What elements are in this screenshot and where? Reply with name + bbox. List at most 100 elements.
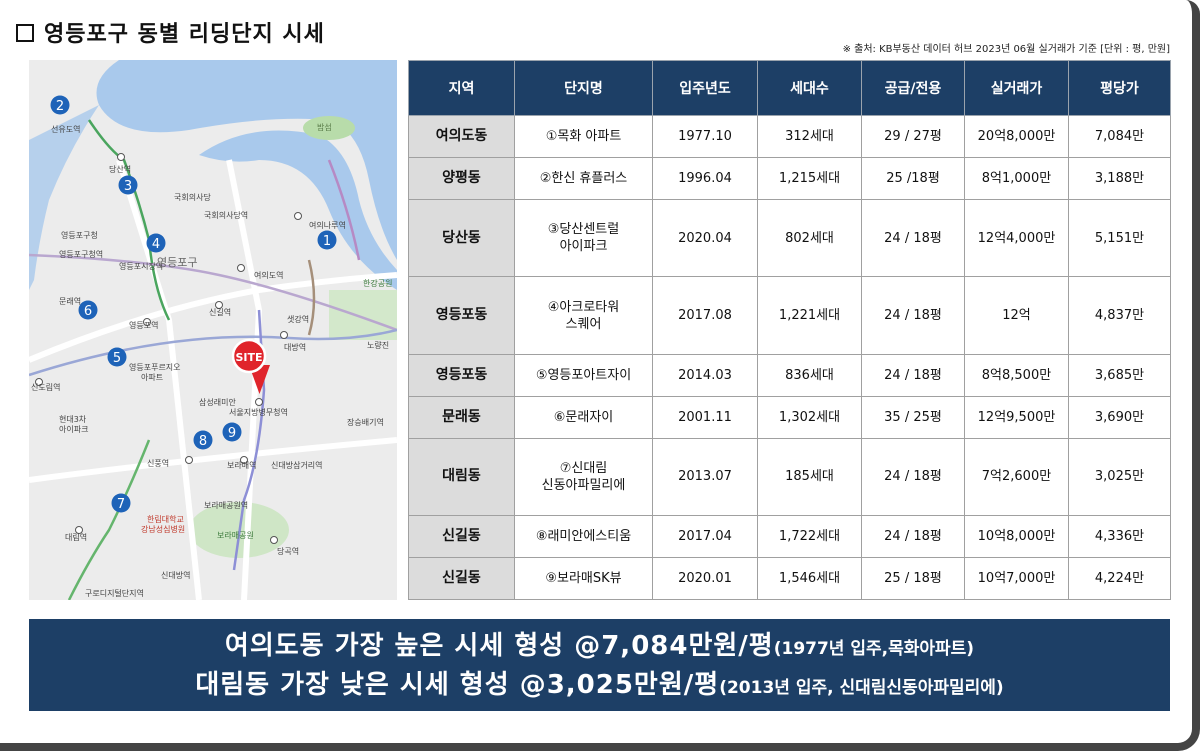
page-title-text: 영등포구 동별 리딩단지 시세 — [44, 22, 325, 47]
cell-price: 8억8,500만 — [964, 353, 1069, 397]
cell-price: 7억2,600만 — [964, 437, 1069, 517]
cell-name: ⑧래미안에스티움 — [514, 515, 653, 558]
complex-marker-7[interactable]: 7 — [111, 493, 131, 513]
complex-name-line: 아이파크 — [559, 239, 608, 255]
complex-marker-4[interactable]: 4 — [146, 233, 166, 253]
cell-area: 24 / 18평 — [861, 276, 965, 355]
col-header-complex: 단지명 — [514, 60, 653, 116]
map-label: 서울지방병무청역 — [229, 407, 288, 417]
summary-lowest-text: 대림동 가장 낮은 시세 형성 @3,025만원/평 — [195, 670, 720, 700]
col-header-units: 세대수 — [757, 60, 862, 116]
table-body: 여의도동 ①목화 아파트 1977.10 312세대 29 / 27평 20억8,000만… — [408, 115, 1171, 600]
map-label: 여의도역 — [254, 270, 283, 280]
table-row: 당산동 ③당산센트럴 아이파크 2020.04 802세대 24 / 18평 12억4,00… — [408, 198, 1171, 278]
cell-region: 신길동 — [408, 515, 515, 558]
marker-number: 3 — [124, 179, 132, 194]
cell-year: 2020.04 — [652, 198, 758, 278]
complex-marker-5[interactable]: 5 — [107, 347, 127, 367]
cell-price: 12억9,500만 — [964, 395, 1069, 439]
complex-marker-9[interactable]: 9 — [222, 422, 242, 442]
site-label: SITE — [235, 351, 262, 364]
table-row: 여의도동 ①목화 아파트 1977.10 312세대 29 / 27평 20억8,000만… — [408, 115, 1171, 158]
cell-name: ⑨보라매SK뷰 — [514, 557, 653, 600]
summary-highest-text: 여의도동 가장 높은 시세 형성 @7,084만원/평 — [224, 631, 774, 661]
cell-units: 836세대 — [757, 353, 862, 397]
map-label: 한강공원 — [363, 278, 392, 288]
complex-name-line: ⑧래미안에스티움 — [535, 529, 632, 545]
checkbox-bullet-icon — [16, 24, 34, 42]
summary-banner: 여의도동 가장 높은 시세 형성 @7,084만원/평(1977년 입주,목화아… — [29, 619, 1170, 711]
summary-line-lowest: 대림동 가장 낮은 시세 형성 @3,025만원/평(2013년 입주, 신대림… — [29, 667, 1170, 706]
map-label: 보라매공원 — [217, 531, 254, 540]
map-label: 선유도역 — [51, 124, 80, 134]
cell-area: 25 / 18평 — [861, 557, 965, 600]
complex-name-line: ④아크로타워 — [547, 299, 620, 315]
summary-line-highest: 여의도동 가장 높은 시세 형성 @7,084만원/평(1977년 입주,목화아… — [29, 628, 1170, 667]
marker-number: 7 — [117, 497, 125, 512]
price-table: 지역 단지명 입주년도 세대수 공급/전용 실거래가 평당가 여의도동 ①목화 아… — [408, 60, 1171, 600]
cell-year: 2013.07 — [652, 437, 758, 517]
marker-number: 2 — [56, 99, 64, 114]
cell-year: 1977.10 — [652, 115, 758, 158]
map-label: 삼성래미안 — [199, 397, 236, 407]
cell-units: 1,546세대 — [757, 557, 862, 600]
cell-per-pyeong: 3,690만 — [1068, 395, 1171, 439]
complex-name-line: 스퀘어 — [565, 316, 602, 332]
complex-name-line: ⑤영등포아트자이 — [535, 367, 632, 383]
cell-per-pyeong: 7,084만 — [1068, 115, 1171, 158]
table-row: 대림동 ⑦신대림 신동아파밀리에 2013.07 185세대 24 / 18평 7억2,60… — [408, 437, 1171, 517]
cell-year: 1996.04 — [652, 156, 758, 200]
cell-name: ⑥문래자이 — [514, 395, 653, 439]
complex-marker-6[interactable]: 6 — [78, 300, 98, 320]
cell-price: 20억8,000만 — [964, 115, 1069, 158]
marker-number: 9 — [228, 426, 236, 441]
col-header-year: 입주년도 — [652, 60, 758, 116]
map-label: 당산역 — [109, 164, 131, 174]
map-label: 당곡역 — [277, 546, 299, 556]
cell-region: 영등포동 — [408, 276, 515, 355]
cell-year: 2017.04 — [652, 515, 758, 558]
cell-per-pyeong: 4,224만 — [1068, 557, 1171, 600]
complex-name-line: ⑦신대림 — [559, 460, 608, 476]
cell-per-pyeong: 4,336만 — [1068, 515, 1171, 558]
col-header-region: 지역 — [408, 60, 515, 116]
complex-marker-8[interactable]: 8 — [193, 430, 213, 450]
cell-region: 양평동 — [408, 156, 515, 200]
map-label: 국회의사당 — [174, 192, 211, 202]
location-map: 선유도역 당산역 국회의사당 국회의사당역 여의나루역 영등포구청 영등포구청역… — [29, 60, 397, 600]
cell-name: ⑦신대림 신동아파밀리에 — [514, 437, 653, 517]
map-label: 아이파크 — [59, 424, 88, 434]
map-label: 대림역 — [65, 532, 87, 542]
map-label: 신대방삼거리역 — [271, 460, 323, 470]
cell-name: ①목화 아파트 — [514, 115, 653, 158]
map-label: 신대방역 — [161, 570, 190, 580]
cell-year: 2020.01 — [652, 557, 758, 600]
cell-name: ②한신 휴플러스 — [514, 156, 653, 200]
map-label: 밤섬 — [317, 122, 332, 132]
map-label: 영등포푸르지오 — [129, 362, 181, 372]
summary-lowest-note: (2013년 입주, 신대림신동아파밀리에) — [719, 678, 1004, 698]
complex-marker-3[interactable]: 3 — [118, 175, 138, 195]
cell-region: 문래동 — [408, 395, 515, 439]
marker-number: 5 — [113, 351, 121, 366]
complex-marker-1[interactable]: 1 — [317, 230, 337, 250]
marker-number: 1 — [323, 234, 331, 249]
table-header: 지역 단지명 입주년도 세대수 공급/전용 실거래가 평당가 — [408, 60, 1171, 116]
cell-units: 185세대 — [757, 437, 862, 517]
map-label: 신풍역 — [147, 458, 169, 468]
complex-name-line: ⑥문래자이 — [553, 409, 614, 425]
complex-marker-2[interactable]: 2 — [50, 95, 70, 115]
cell-price: 10억8,000만 — [964, 515, 1069, 558]
col-header-per-pyeong: 평당가 — [1068, 60, 1171, 116]
cell-per-pyeong: 5,151만 — [1068, 198, 1171, 278]
map-label: 대방역 — [284, 342, 306, 352]
map-label: 강남성심병원 — [141, 524, 185, 534]
cell-units: 802세대 — [757, 198, 862, 278]
map-label: 장승배기역 — [347, 417, 384, 427]
cell-units: 1,302세대 — [757, 395, 862, 439]
table-row: 신길동 ⑧래미안에스티움 2017.04 1,722세대 24 / 18평 10억8,00… — [408, 515, 1171, 558]
table-row: 문래동 ⑥문래자이 2001.11 1,302세대 35 / 25평 12억9,500만 3… — [408, 395, 1171, 439]
summary-highest-note: (1977년 입주,목화아파트) — [773, 639, 975, 659]
map-label: 구로디지털단지역 — [85, 588, 144, 598]
map-label: 신길역 — [209, 307, 231, 317]
